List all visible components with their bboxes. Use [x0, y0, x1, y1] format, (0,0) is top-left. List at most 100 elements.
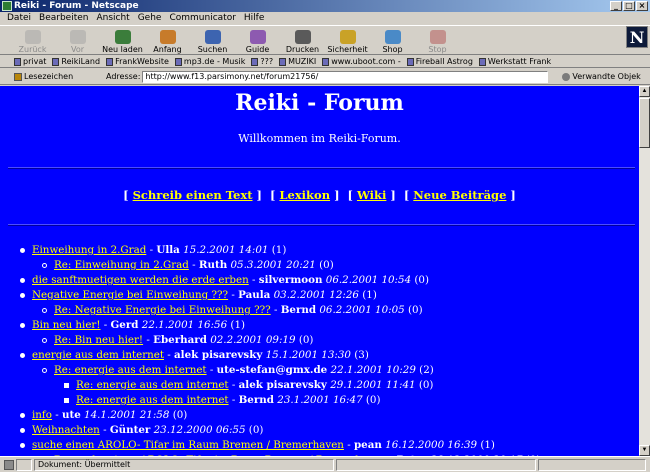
scroll-down-icon[interactable]: ▼ [639, 445, 650, 456]
toolbar-button-0[interactable]: Zurück [10, 26, 55, 56]
thread-subject-link[interactable]: Re: Bin neu hier! [54, 334, 143, 346]
scroll-up-icon[interactable]: ▲ [639, 86, 650, 97]
menu-hilfe[interactable]: Hilfe [240, 12, 268, 24]
thread-entry: Re: Bin neu hier! - Eberhard 02.2.2001 0… [54, 334, 314, 346]
thread-subject-link[interactable]: Weihnachten [32, 424, 100, 436]
status-bar: Dokument: Übermittelt [0, 456, 650, 472]
thread-subject-link[interactable]: info [32, 409, 52, 421]
netscape-logo[interactable]: N [626, 26, 648, 48]
vertical-scrollbar[interactable]: ▲ ▼ [639, 86, 650, 456]
thread-subject-link[interactable]: suche einen AROLO- Tifar im Raum Bremen … [32, 439, 344, 451]
thread-subject-link[interactable]: Re: energie aus dem internet [54, 364, 207, 376]
thread-date: 14.1.2001 21:58 [84, 409, 170, 421]
link-lexikon[interactable]: Lexikon [279, 188, 330, 202]
toolbar-button-7[interactable]: Sicherheit [325, 26, 370, 56]
toolbar-button-label: Suchen [197, 45, 228, 54]
personal-bookmark-7[interactable]: Fireball Astrog [406, 56, 479, 67]
toolbar-button-label: Guide [245, 45, 270, 54]
toolbar-button-label: Vor [70, 45, 85, 54]
toolbar-button-2[interactable]: Neu laden [100, 26, 145, 56]
thread-author: alek pisarevsky [238, 379, 327, 391]
related-icon [562, 72, 571, 81]
maximize-button[interactable]: □ [623, 1, 635, 11]
thread-subject-link[interactable]: Bin neu hier! [32, 319, 100, 331]
toolbar-button-8[interactable]: Shop [370, 26, 415, 56]
toolbar-button-3[interactable]: Anfang [145, 26, 190, 56]
thread-entry: Einweihung in 2.Grad - Ulla 15.2.2001 14… [32, 244, 287, 256]
netscape-app-icon [2, 1, 12, 11]
toolbar-button-6[interactable]: Drucken [280, 26, 325, 56]
link-wiki[interactable]: Wiki [357, 188, 386, 202]
personal-bookmark-3[interactable]: mp3.de - Musik [174, 56, 251, 67]
bullet-icon [64, 383, 69, 388]
bookmark-icon [251, 57, 259, 66]
divider [8, 167, 635, 169]
personal-bookmark-4[interactable]: ??? [251, 56, 279, 67]
thread-subject-link[interactable]: energie aus dem internet [32, 349, 164, 361]
thread-entry: Re: energie aus dem internet - Bernd 23.… [76, 394, 381, 406]
thread-author: Paula [238, 289, 271, 301]
thread-subject-link[interactable]: Re: Negative Energie bei Einweihung ??? [54, 304, 271, 316]
close-button[interactable]: × [636, 1, 648, 11]
menu-communicator[interactable]: Communicator [165, 12, 239, 24]
thread-subject-link[interactable]: die sanftmuetigen werden die erde erben [32, 274, 249, 286]
bullet-icon [20, 323, 25, 328]
bookmark-icon [478, 57, 486, 66]
thread-reply-count: (0) [298, 334, 314, 346]
thread-subject-link[interactable]: Re: Einweihung in 2.Grad [54, 259, 189, 271]
thread-row: suche einen AROLO- Tifar im Raum Bremen … [20, 438, 635, 453]
toolbar-button-1[interactable]: Vor [55, 26, 100, 56]
personal-bookmark-label: mp3.de - Musik [183, 56, 246, 66]
personal-bookmark-0[interactable]: privat [14, 56, 52, 67]
thread-subject-link[interactable]: Negative Energie bei Einweihung ??? [32, 289, 228, 301]
personal-bookmark-8[interactable]: Werkstatt Frank [478, 56, 557, 67]
thread-author: alek pisarevsky [174, 349, 263, 361]
menu-datei[interactable]: Datei [3, 12, 35, 24]
thread-row: Bin neu hier! - Gerd 22.1.2001 16:56 (1) [20, 318, 635, 333]
thread-date: 22.1.2001 16:56 [141, 319, 228, 331]
personal-bookmark-label: FrankWebsite [115, 56, 169, 66]
print-icon [294, 30, 311, 44]
bookmark-icon [52, 57, 60, 66]
thread-date: 06.2.2001 10:54 [325, 274, 412, 286]
menu-bearbeiten[interactable]: Bearbeiten [35, 12, 92, 24]
thread-entry: energie aus dem internet - alek pisarevs… [32, 349, 369, 361]
personal-bookmark-6[interactable]: www.uboot.com - [322, 56, 407, 67]
menu-gehe[interactable]: Gehe [134, 12, 166, 24]
personal-bookmark-5[interactable]: MUZIKI [279, 56, 322, 67]
bookmarks-label: Lesezeichen [24, 72, 74, 81]
bullet-icon [20, 248, 25, 253]
related-button[interactable]: Verwandte Objek [562, 72, 641, 81]
thread-entry: Negative Energie bei Einweihung ??? - Pa… [32, 289, 377, 301]
thread-subject-link[interactable]: Re: energie aus dem internet [76, 394, 229, 406]
menu-ansicht[interactable]: Ansicht [92, 12, 133, 24]
thread-reply-count: (1) [480, 439, 495, 451]
toolbar-button-4[interactable]: Suchen [190, 26, 235, 56]
thread-reply-count: (0) [414, 274, 429, 286]
thread-subject-link[interactable]: Re: energie aus dem internet [76, 379, 229, 391]
personal-bookmark-label: MUZIKI [288, 56, 317, 66]
minimize-button[interactable]: _ [610, 1, 622, 11]
bullet-icon [64, 398, 69, 403]
thread-subject-link[interactable]: Einweihung in 2.Grad [32, 244, 146, 256]
thread-entry: die sanftmuetigen werden die erde erben … [32, 274, 429, 286]
bookmarks-button[interactable]: Lesezeichen [14, 72, 106, 81]
address-input[interactable]: http://www.f13.parsimony.net/forum21756/ [142, 70, 549, 83]
link-write-text[interactable]: Schreib einen Text [133, 188, 253, 202]
address-label: Adresse: [106, 72, 141, 81]
security-lock-icon[interactable] [4, 459, 14, 470]
link-new-posts[interactable]: Neue Beiträge [413, 188, 506, 202]
thread-row: Einweihung in 2.Grad - Ulla 15.2.2001 14… [20, 243, 635, 258]
thread-row: die sanftmuetigen werden die erde erben … [20, 273, 635, 288]
forward-arrow-icon [69, 30, 86, 44]
thread-reply-count: (0) [418, 379, 434, 391]
thread-author: ute [61, 409, 81, 421]
scroll-thumb[interactable] [639, 98, 650, 148]
personal-bookmark-label: www.uboot.com - [331, 56, 401, 66]
personal-bookmark-1[interactable]: ReikiLand [52, 56, 106, 67]
personal-bookmark-2[interactable]: FrankWebsite [106, 56, 175, 67]
toolbar-button-5[interactable]: Guide [235, 26, 280, 56]
toolbar-button-9[interactable]: Stop [415, 26, 460, 56]
thread-row: Weihnachten - Günter 23.12.2000 06:55 (0… [20, 423, 635, 438]
divider [8, 224, 635, 226]
